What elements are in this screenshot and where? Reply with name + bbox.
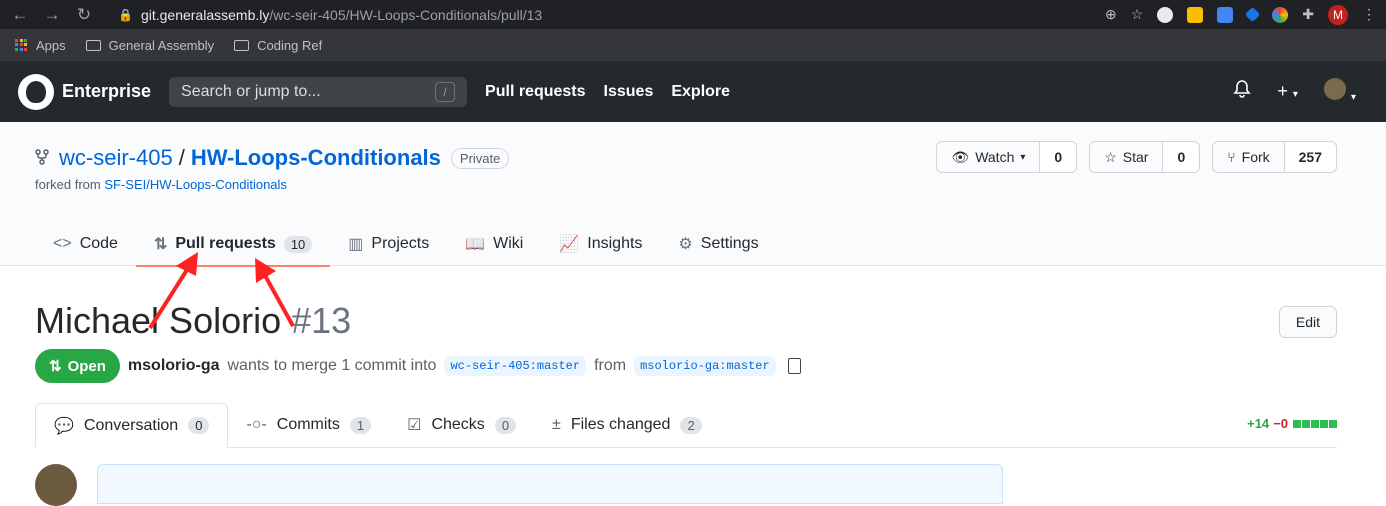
bookmarks-bar: Apps General Assembly Coding Ref — [0, 29, 1386, 61]
repo-title: wc-seir-405 / HW-Loops-Conditionals Priv… — [35, 145, 510, 171]
avatar — [1323, 78, 1346, 100]
tab-settings[interactable]: ⚙ Settings — [660, 222, 776, 266]
star-icon: ☆ — [1104, 148, 1117, 165]
url-host: git.generalassemb.ly — [140, 6, 270, 23]
book-icon: 📖 — [465, 236, 486, 253]
pr-tabs: 💬 Conversation 0 -○- Commits 1 ☑ Checks 0 ± Fil… — [35, 403, 1337, 448]
page-title: Michael Solorio #13 — [35, 300, 351, 342]
tab-files-changed[interactable]: ± Files changed 2 — [534, 403, 720, 447]
forked-from: forked from SF-SEI/HW-Loops-Conditionals — [35, 177, 287, 192]
reload-icon[interactable]: ↻ — [74, 5, 94, 25]
additions-count: +14 — [1247, 416, 1270, 431]
status-badge: ⇅ Open — [35, 349, 120, 383]
repo-nav: <> Code ⇅ Pull requests 10 ▥ Projects 📖 Wiki … — [35, 222, 777, 267]
watch-count[interactable]: 0 — [1040, 142, 1077, 172]
author-link[interactable]: msolorio-ga — [128, 357, 220, 375]
comment-icon: 💬 — [54, 417, 74, 435]
tab-code[interactable]: <> Code — [35, 222, 136, 266]
pr-meta: ⇅ Open msolorio-ga wants to merge 1 commi… — [35, 349, 801, 383]
back-icon[interactable]: ← — [10, 5, 30, 25]
pull-requests-counter: 10 — [283, 235, 313, 253]
browser-toolbar: ← → ↻ 🔒 git.generalassemb.ly/wc-seir-405… — [0, 0, 1386, 29]
pull-request-icon: ⇅ — [49, 358, 62, 375]
avatar[interactable] — [35, 464, 77, 506]
diffstat: +14 −0 — [1247, 416, 1337, 431]
star-button-group: ☆ Star 0 — [1089, 141, 1201, 173]
extension-icon[interactable] — [1272, 6, 1289, 23]
bookmark-coding-ref[interactable]: Coding Ref — [234, 38, 322, 53]
watch-button[interactable]: 👁 Watch ▾ — [937, 142, 1041, 172]
forward-icon[interactable]: → — [42, 5, 62, 25]
nav-pull-requests[interactable]: Pull requests — [485, 83, 585, 101]
repo-name-link[interactable]: HW-Loops-Conditionals — [191, 145, 441, 171]
visibility-badge: Private — [450, 147, 510, 169]
graph-icon: 📈 — [559, 236, 580, 253]
nav-explore[interactable]: Explore — [671, 83, 730, 101]
copy-clipboard-icon[interactable] — [787, 358, 801, 374]
github-logo-icon[interactable] — [18, 73, 54, 110]
zoom-icon[interactable]: ⊕ — [1105, 6, 1117, 23]
profile-avatar[interactable]: M — [1328, 4, 1348, 25]
extension-icon[interactable] — [1217, 6, 1234, 23]
caret-down-icon: ▾ — [1350, 92, 1356, 103]
watch-button-group: 👁 Watch ▾ 0 — [936, 141, 1078, 173]
menu-kebab-icon[interactable]: ⋮ — [1362, 6, 1376, 23]
search-shortcut-key: / — [435, 81, 456, 102]
fork-button[interactable]: ⑂ Fork — [1213, 142, 1285, 172]
star-bookmark-icon[interactable]: ☆ — [1131, 6, 1144, 23]
folder-icon — [85, 39, 101, 51]
github-header: Enterprise Search or jump to... / Pull r… — [0, 61, 1386, 122]
search-input[interactable]: Search or jump to... / — [169, 76, 468, 107]
diff-icon: ± — [552, 416, 561, 433]
bell-icon[interactable] — [1233, 79, 1252, 104]
tab-wiki[interactable]: 📖 Wiki — [447, 222, 541, 266]
user-menu[interactable]: ▾ — [1323, 78, 1356, 105]
tab-projects[interactable]: ▥ Projects — [330, 222, 447, 266]
extension-icon[interactable] — [1157, 6, 1174, 23]
comment-box — [97, 464, 1003, 504]
base-ref[interactable]: wc-seir-405:master — [444, 356, 587, 376]
folder-icon — [234, 39, 250, 51]
eye-icon: 👁 — [951, 148, 970, 165]
star-count[interactable]: 0 — [1163, 142, 1200, 172]
bookmark-general-assembly[interactable]: General Assembly — [85, 38, 214, 53]
star-button[interactable]: ☆ Star — [1090, 142, 1164, 172]
tab-conversation[interactable]: 💬 Conversation 0 — [35, 403, 229, 448]
tab-pull-requests[interactable]: ⇅ Pull requests 10 — [135, 222, 331, 267]
commit-icon: -○- — [246, 416, 267, 433]
repo-header: wc-seir-405 / HW-Loops-Conditionals Priv… — [0, 122, 1386, 267]
caret-down-icon: ▾ — [1292, 89, 1298, 100]
deletions-count: −0 — [1273, 416, 1288, 431]
caret-down-icon: ▾ — [1020, 151, 1026, 163]
pull-request-icon: ⇅ — [153, 236, 168, 253]
lock-icon: 🔒 — [118, 7, 133, 22]
tab-commits[interactable]: -○- Commits 1 — [228, 403, 389, 447]
extension-icon[interactable] — [1244, 6, 1261, 23]
gear-icon: ⚙ — [678, 236, 693, 253]
project-icon: ▥ — [348, 236, 364, 253]
forked-from-link[interactable]: SF-SEI/HW-Loops-Conditionals — [104, 177, 287, 192]
checklist-icon: ☑ — [407, 417, 422, 434]
tab-checks[interactable]: ☑ Checks 0 — [389, 403, 534, 447]
url-path: /wc-seir-405/HW-Loops-Conditionals/pull/… — [269, 6, 543, 23]
extension-icon[interactable] — [1187, 6, 1204, 23]
fork-icon: ⑂ — [1227, 149, 1236, 165]
code-icon: <> — [53, 235, 72, 252]
fork-button-group: ⑂ Fork 257 — [1212, 141, 1337, 173]
pr-title-text: Michael Solorio — [35, 300, 282, 341]
pr-number: #13 — [291, 300, 352, 341]
repo-forked-icon — [35, 145, 49, 171]
diffstat-bar — [1292, 416, 1337, 431]
edit-button[interactable]: Edit — [1278, 306, 1337, 338]
apps-grid-icon — [15, 38, 28, 52]
repo-owner-link[interactable]: wc-seir-405 — [59, 145, 173, 171]
tab-insights[interactable]: 📈 Insights — [541, 222, 660, 266]
nav-issues[interactable]: Issues — [604, 83, 654, 101]
bookmark-apps[interactable]: Apps — [15, 38, 66, 53]
puzzle-extensions-icon[interactable]: ✚ — [1302, 6, 1314, 23]
head-ref[interactable]: msolorio-ga:master — [634, 356, 776, 376]
create-new-dropdown[interactable]: + ▾ — [1277, 81, 1298, 102]
brand-label[interactable]: Enterprise — [62, 81, 151, 102]
fork-count[interactable]: 257 — [1284, 142, 1336, 172]
